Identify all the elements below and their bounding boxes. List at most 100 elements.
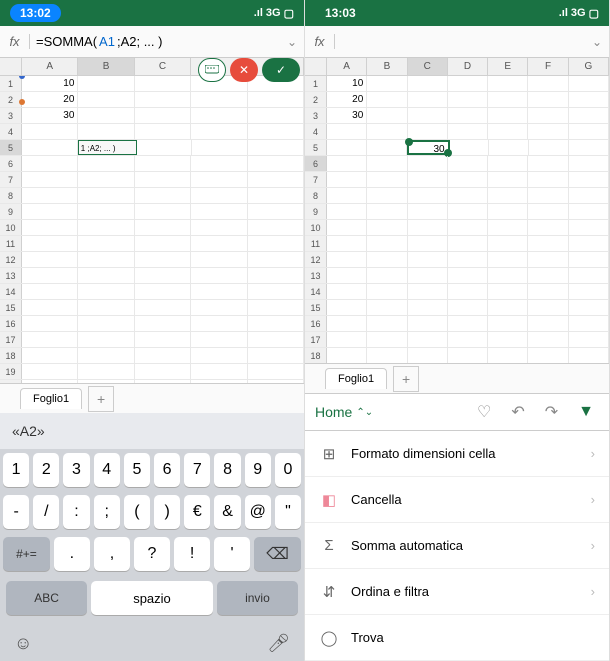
key-2[interactable]: 2 — [33, 453, 59, 487]
cell-B7[interactable] — [78, 172, 134, 187]
key-:[interactable]: : — [63, 495, 89, 529]
cell-A17[interactable] — [22, 332, 78, 347]
key-;[interactable]: ; — [94, 495, 120, 529]
cell-C19[interactable] — [135, 364, 191, 379]
chevron-down-icon[interactable]: ⌄ — [280, 35, 304, 49]
cell-F18[interactable] — [528, 348, 568, 363]
cell-E19[interactable] — [248, 364, 304, 379]
cell-F11[interactable] — [528, 236, 568, 251]
cell-A12[interactable] — [327, 252, 367, 267]
cell-C4[interactable] — [135, 124, 191, 139]
cell-C3[interactable] — [135, 108, 191, 123]
cell-C13[interactable] — [408, 268, 448, 283]
cell-B11[interactable] — [367, 236, 407, 251]
cell-G17[interactable] — [569, 332, 609, 347]
cell-A12[interactable] — [22, 252, 78, 267]
cell-C13[interactable] — [135, 268, 191, 283]
cell-C8[interactable] — [135, 188, 191, 203]
cell-E2[interactable] — [248, 92, 304, 107]
cell-G12[interactable] — [569, 252, 609, 267]
cell-D17[interactable] — [191, 332, 247, 347]
cell-E1[interactable] — [488, 76, 528, 91]
cell-D6[interactable] — [191, 156, 247, 171]
key-'[interactable]: ' — [214, 537, 250, 571]
cell-B16[interactable] — [367, 316, 407, 331]
cell-C10[interactable] — [135, 220, 191, 235]
cell-C9[interactable] — [408, 204, 448, 219]
keyboard-toggle-button[interactable] — [198, 58, 226, 82]
cell-C5[interactable]: 30 — [407, 140, 450, 155]
cell-A8[interactable] — [327, 188, 367, 203]
cell-D9[interactable] — [448, 204, 488, 219]
cell-B13[interactable] — [367, 268, 407, 283]
cell-A16[interactable] — [327, 316, 367, 331]
cell-G5[interactable] — [569, 140, 609, 155]
cell-F8[interactable] — [528, 188, 568, 203]
cell-E4[interactable] — [488, 124, 528, 139]
cell-B16[interactable] — [78, 316, 134, 331]
key-1[interactable]: 1 — [3, 453, 29, 487]
cell-D16[interactable] — [448, 316, 488, 331]
key-5[interactable]: 5 — [124, 453, 150, 487]
cell-A10[interactable] — [327, 220, 367, 235]
cell-A20[interactable] — [22, 380, 78, 383]
cell-E6[interactable] — [488, 156, 528, 171]
cell-B6[interactable] — [367, 156, 407, 171]
cell-D4[interactable] — [448, 124, 488, 139]
col-C[interactable]: C — [135, 58, 191, 75]
key-)[interactable]: ) — [154, 495, 180, 529]
cell-E10[interactable] — [248, 220, 304, 235]
cell-E15[interactable] — [488, 300, 528, 315]
cell-D18[interactable] — [448, 348, 488, 363]
cell-B8[interactable] — [78, 188, 134, 203]
cell-D10[interactable] — [448, 220, 488, 235]
cell-E11[interactable] — [248, 236, 304, 251]
key-9[interactable]: 9 — [245, 453, 271, 487]
cell-G4[interactable] — [569, 124, 609, 139]
cell-C16[interactable] — [135, 316, 191, 331]
cell-A13[interactable] — [327, 268, 367, 283]
cell-D11[interactable] — [191, 236, 247, 251]
cell-B3[interactable] — [367, 108, 407, 123]
cell-B12[interactable] — [367, 252, 407, 267]
cell-B15[interactable] — [367, 300, 407, 315]
key-0[interactable]: 0 — [275, 453, 301, 487]
spreadsheet-grid[interactable]: 110220330451 ;A2; ... )67891011121314151… — [0, 76, 304, 383]
cell-E14[interactable] — [488, 284, 528, 299]
cell-B1[interactable] — [78, 76, 134, 91]
redo-icon[interactable]: ↷ — [540, 402, 563, 422]
cell-F10[interactable] — [528, 220, 568, 235]
cell-C16[interactable] — [408, 316, 448, 331]
cell-C5[interactable] — [137, 140, 193, 155]
col-G[interactable]: G — [569, 58, 609, 75]
cell-A1[interactable]: 10 — [22, 76, 78, 91]
cell-D6[interactable] — [448, 156, 488, 171]
col-C[interactable]: C — [408, 58, 448, 75]
cell-D12[interactable] — [448, 252, 488, 267]
cell-E3[interactable] — [488, 108, 528, 123]
formula-bar[interactable]: fx ⌄ — [305, 26, 609, 58]
cell-A1[interactable]: 10 — [327, 76, 367, 91]
cell-B15[interactable] — [78, 300, 134, 315]
cell-B17[interactable] — [367, 332, 407, 347]
cell-B2[interactable] — [78, 92, 134, 107]
key-?[interactable]: ? — [134, 537, 170, 571]
cell-C4[interactable] — [408, 124, 448, 139]
cell-D13[interactable] — [191, 268, 247, 283]
cell-C15[interactable] — [135, 300, 191, 315]
menu-item[interactable]: ⇵Ordina e filtra› — [305, 569, 609, 615]
cell-B8[interactable] — [367, 188, 407, 203]
cell-A19[interactable] — [22, 364, 78, 379]
cell-C12[interactable] — [408, 252, 448, 267]
cell-D9[interactable] — [191, 204, 247, 219]
cell-A11[interactable] — [327, 236, 367, 251]
cell-D2[interactable] — [448, 92, 488, 107]
spreadsheet-grid[interactable]: 1102203304530678910111213141516171819202… — [305, 76, 609, 363]
cell-C12[interactable] — [135, 252, 191, 267]
cell-C15[interactable] — [408, 300, 448, 315]
sheet-tab[interactable]: Foglio1 — [325, 368, 387, 389]
cell-D7[interactable] — [191, 172, 247, 187]
key-shift[interactable]: #+= — [3, 537, 50, 571]
cell-E8[interactable] — [248, 188, 304, 203]
cell-B12[interactable] — [78, 252, 134, 267]
